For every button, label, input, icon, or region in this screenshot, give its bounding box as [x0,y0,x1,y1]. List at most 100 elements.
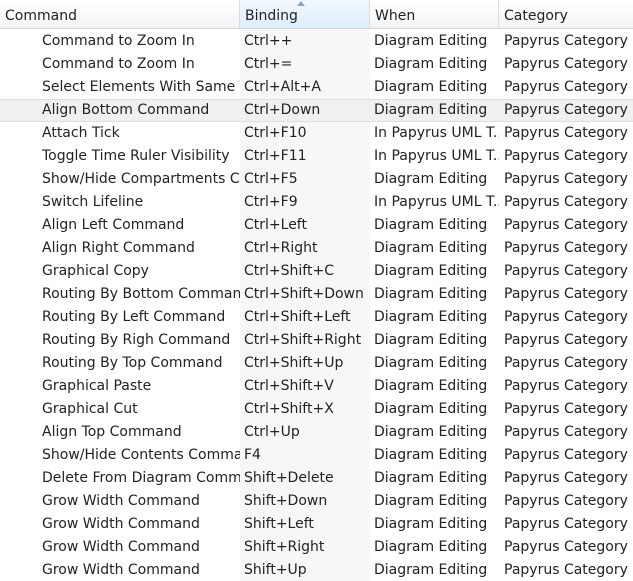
cell-category: Papyrus Category [504,125,628,141]
cell-when: In Papyrus UML T... [374,194,499,210]
cell-binding: Ctrl+Shift+Right [244,332,362,348]
cell-category: Papyrus Category [504,332,628,348]
table-row[interactable]: Show/Hide Compartments Co Ctrl+F5 Diagram … [0,168,633,191]
table-row[interactable]: Toggle Time Ruler Visibility Ctrl+F11 In P… [0,145,633,168]
cell-command: Graphical Cut [42,401,138,417]
cell-binding: Ctrl+Shift+V [244,378,334,394]
cell-command: Switch Lifeline [42,194,144,210]
cell-command: Graphical Copy [42,263,149,279]
table-row[interactable]: Graphical Paste Ctrl+Shift+V Diagram Editi… [0,375,633,398]
cell-category: Papyrus Category [504,355,628,371]
cell-category: Papyrus Category [504,470,628,486]
cell-when: Diagram Editing [374,332,488,348]
table-row[interactable]: Grow Width Command Shift+Up Diagram Editin… [0,559,633,581]
cell-command: Show/Hide Contents Commar [42,447,240,463]
cell-category: Papyrus Category [504,562,628,578]
keybindings-table[interactable]: Command Binding When Category Command to… [0,0,633,581]
cell-when: In Papyrus UML T... [374,125,499,141]
cell-command: Select Elements With Same Ty [42,79,240,95]
cell-when: Diagram Editing [374,378,488,394]
column-header-category[interactable]: Category [499,0,633,28]
cell-category: Papyrus Category [504,516,628,532]
table-header: Command Binding When Category [0,0,633,29]
cell-category: Papyrus Category [504,171,628,187]
cell-when: Diagram Editing [374,516,488,532]
cell-category: Papyrus Category [504,102,628,118]
table-row[interactable]: Attach Tick Ctrl+F10 In Papyrus UML T... Pa… [0,122,633,145]
cell-category: Papyrus Category [504,309,628,325]
column-header-command[interactable]: Command [0,0,240,28]
cell-command: Routing By Left Command [42,309,226,325]
cell-when: Diagram Editing [374,562,488,578]
cell-when: Diagram Editing [374,355,488,371]
cell-command: Align Left Command [42,217,185,233]
table-row[interactable]: Graphical Cut Ctrl+Shift+X Diagram Editing… [0,398,633,421]
cell-category: Papyrus Category [504,493,628,509]
table-row[interactable]: Command to Zoom In Ctrl+= Diagram Editing P… [0,53,633,76]
cell-category: Papyrus Category [504,286,628,302]
cell-category: Papyrus Category [504,217,628,233]
column-header-label: Binding [245,8,298,24]
table-row[interactable]: Align Left Command Ctrl+Left Diagram Editi… [0,214,633,237]
table-row[interactable]: Graphical Copy Ctrl+Shift+C Diagram Editin… [0,260,633,283]
cell-when: Diagram Editing [374,79,488,95]
cell-command: Align Bottom Command [42,102,210,118]
column-header-when[interactable]: When [370,0,499,28]
column-header-label: When [375,8,416,24]
cell-category: Papyrus Category [504,79,628,95]
table-row[interactable]: Align Top Command Ctrl+Up Diagram Editing P… [0,421,633,444]
table-row[interactable]: Routing By Left Command Ctrl+Shift+Left Di… [0,306,633,329]
cell-binding: Ctrl+F11 [244,148,307,164]
table-row[interactable]: Routing By Top Command Ctrl+Shift+Up Diagr… [0,352,633,375]
cell-when: Diagram Editing [374,171,488,187]
cell-category: Papyrus Category [504,263,628,279]
cell-binding: Ctrl+F10 [244,125,307,141]
cell-binding: Ctrl+Left [244,217,307,233]
table-row[interactable]: Grow Width Command Shift+Right Diagram Edi… [0,536,633,559]
cell-binding: Ctrl+Shift+Up [244,355,344,371]
cell-when: Diagram Editing [374,447,488,463]
cell-command: Attach Tick [42,125,120,141]
cell-binding: Ctrl+Shift+X [244,401,334,417]
table-row[interactable]: Command to Zoom In Ctrl++ Diagram Editing P… [0,30,633,53]
cell-category: Papyrus Category [504,148,628,164]
table-row[interactable]: Routing By Bottom Command Ctrl+Shift+Down… [0,283,633,306]
table-row[interactable]: Align Bottom Command Ctrl+Down Diagram Edi… [0,99,633,122]
table-row[interactable]: Grow Width Command Shift+Down Diagram Edit… [0,490,633,513]
cell-when: Diagram Editing [374,217,488,233]
cell-binding: Ctrl+F9 [244,194,298,210]
table-row[interactable]: Grow Width Command Shift+Left Diagram Edit… [0,513,633,536]
cell-command: Routing By Righ Command [42,332,231,348]
cell-when: Diagram Editing [374,33,488,49]
cell-command: Grow Width Command [42,562,200,578]
sort-ascending-icon [297,1,305,6]
cell-binding: Ctrl+Down [244,102,321,118]
cell-binding: Ctrl+Right [244,240,318,256]
table-row[interactable]: Switch Lifeline Ctrl+F9 In Papyrus UML T..… [0,191,633,214]
table-row[interactable]: Select Elements With Same Ty Ctrl+Alt+A Di… [0,76,633,99]
cell-binding: Ctrl+Alt+A [244,79,321,95]
table-body: Command to Zoom In Ctrl++ Diagram Editing P… [0,30,633,581]
cell-command: Routing By Top Command [42,355,223,371]
cell-when: Diagram Editing [374,240,488,256]
cell-command: Align Right Command [42,240,195,256]
cell-category: Papyrus Category [504,194,628,210]
cell-command: Grow Width Command [42,493,200,509]
table-row[interactable]: Show/Hide Contents Commar F4 Diagram Editi… [0,444,633,467]
cell-when: Diagram Editing [374,102,488,118]
cell-binding: Ctrl+Up [244,424,300,440]
cell-when: Diagram Editing [374,401,488,417]
cell-category: Papyrus Category [504,56,628,72]
table-row[interactable]: Align Right Command Ctrl+Right Diagram Edi… [0,237,633,260]
cell-when: Diagram Editing [374,470,488,486]
cell-binding: Shift+Down [244,493,328,509]
column-header-binding[interactable]: Binding [240,0,370,28]
cell-command: Toggle Time Ruler Visibility [42,148,230,164]
cell-binding: Shift+Right [244,539,325,555]
table-row[interactable]: Delete From Diagram Comma Shift+Delete Dia… [0,467,633,490]
cell-command: Grow Width Command [42,516,200,532]
cell-when: Diagram Editing [374,539,488,555]
cell-command: Routing By Bottom Command [42,286,240,302]
table-row[interactable]: Routing By Righ Command Ctrl+Shift+Right D… [0,329,633,352]
cell-binding: Ctrl+F5 [244,171,298,187]
